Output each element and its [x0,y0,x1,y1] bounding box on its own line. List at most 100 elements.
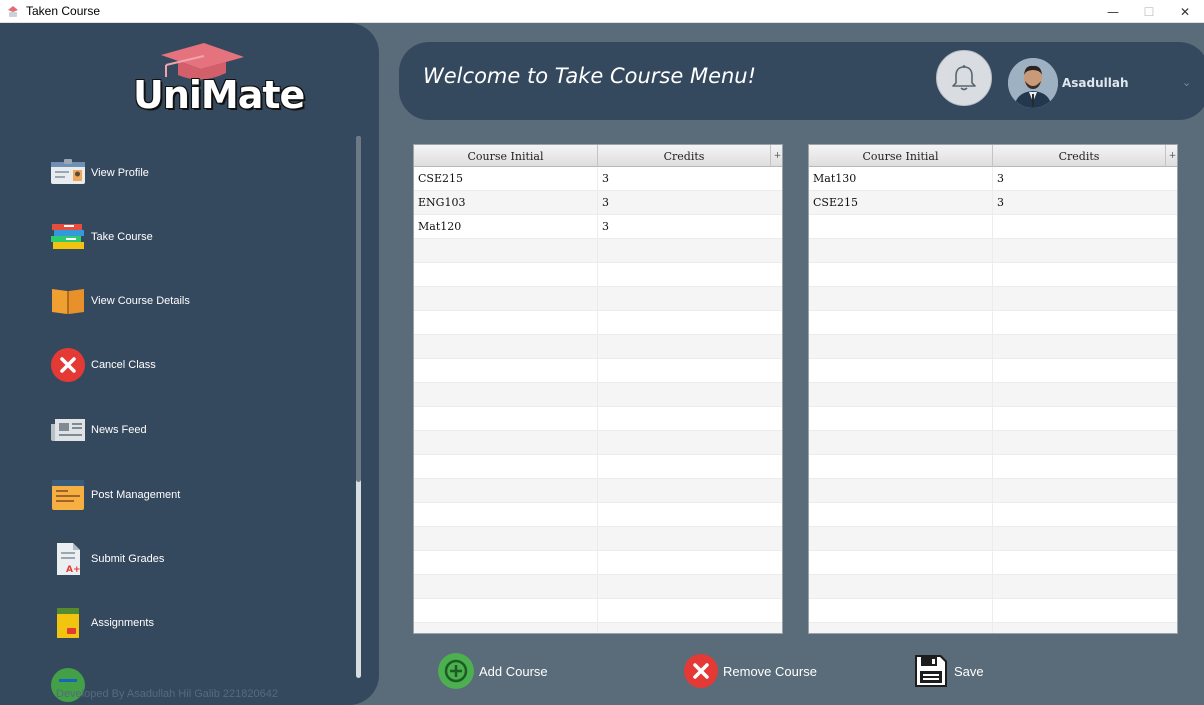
cell-course-initial[interactable] [809,263,993,287]
cell-credits[interactable] [993,383,1177,407]
table-row[interactable]: ENG103 3 [414,191,782,215]
cell-credits[interactable] [993,503,1177,527]
cell-credits[interactable] [598,263,782,287]
cell-credits[interactable] [993,527,1177,551]
table-row[interactable] [414,383,782,407]
notification-button[interactable] [936,50,992,106]
cell-course-initial[interactable] [414,599,598,623]
cell-course-initial[interactable] [414,479,598,503]
cell-course-initial[interactable] [414,239,598,263]
table-row[interactable] [809,551,1177,575]
cell-course-initial[interactable] [809,503,993,527]
cell-credits[interactable] [993,335,1177,359]
cell-course-initial[interactable] [414,623,598,633]
table-row[interactable] [414,575,782,599]
sidebar-scrollbar-thumb[interactable] [356,136,361,482]
cell-course-initial[interactable] [809,311,993,335]
minimize-button[interactable]: — [1095,0,1131,23]
table-row[interactable] [414,455,782,479]
cell-course-initial[interactable] [809,527,993,551]
sidebar-item-assignments[interactable]: Assignments [50,603,154,643]
table-row[interactable] [414,335,782,359]
table-row[interactable] [809,431,1177,455]
cell-credits[interactable] [598,239,782,263]
cell-credits[interactable] [598,359,782,383]
cell-credits[interactable] [598,527,782,551]
cell-course-initial[interactable] [809,407,993,431]
sidebar-item-post-management[interactable]: Post Management [50,475,180,515]
sidebar-item-news-feed[interactable]: News Feed [50,410,147,450]
cell-course-initial[interactable] [414,503,598,527]
add-course-button[interactable]: Add Course [437,652,548,690]
table-row[interactable] [414,311,782,335]
cell-course-initial[interactable] [414,311,598,335]
cell-credits[interactable] [993,623,1177,633]
cell-credits[interactable] [598,575,782,599]
cell-credits[interactable] [598,599,782,623]
table-row[interactable] [809,599,1177,623]
cell-credits[interactable] [993,359,1177,383]
cell-credits[interactable]: 3 [598,167,782,191]
cell-credits[interactable] [598,335,782,359]
cell-course-initial[interactable] [414,455,598,479]
cell-course-initial[interactable] [414,359,598,383]
cell-course-initial[interactable] [414,527,598,551]
cell-credits[interactable] [993,551,1177,575]
table-row[interactable] [809,335,1177,359]
close-button[interactable]: ✕ [1167,0,1203,23]
cell-course-initial[interactable]: Mat130 [809,167,993,191]
cell-course-initial[interactable] [414,575,598,599]
table-row[interactable] [809,455,1177,479]
cell-course-initial[interactable] [414,431,598,455]
sidebar-item-cancel-class[interactable]: Cancel Class [50,345,156,385]
cell-credits[interactable] [993,599,1177,623]
cell-course-initial[interactable] [414,551,598,575]
table-row[interactable]: Mat130 3 [809,167,1177,191]
cell-credits[interactable]: 3 [993,167,1177,191]
table-row[interactable] [809,479,1177,503]
table-row[interactable] [414,623,782,633]
table-row[interactable] [414,407,782,431]
cell-course-initial[interactable] [809,383,993,407]
cell-credits[interactable] [993,575,1177,599]
cell-course-initial[interactable] [809,599,993,623]
cell-course-initial[interactable] [414,383,598,407]
sidebar-item-submit-grades[interactable]: A+ Submit Grades [50,539,164,579]
cell-credits[interactable] [993,479,1177,503]
table-row[interactable] [414,551,782,575]
cell-course-initial[interactable] [414,287,598,311]
column-header-course-initial[interactable]: Course Initial [809,145,993,167]
cell-credits[interactable]: 3 [598,215,782,239]
table-row[interactable] [809,527,1177,551]
cell-credits[interactable] [598,383,782,407]
cell-credits[interactable] [993,239,1177,263]
table-row[interactable] [414,527,782,551]
cell-course-initial[interactable] [809,287,993,311]
maximize-button[interactable]: ☐ [1131,0,1167,23]
table-row[interactable] [414,503,782,527]
cell-credits[interactable] [993,215,1177,239]
cell-credits[interactable] [993,311,1177,335]
cell-course-initial[interactable] [809,479,993,503]
cell-credits[interactable]: 3 [598,191,782,215]
sidebar-item-view-course-details[interactable]: View Course Details [50,281,190,321]
sidebar-item-view-profile[interactable]: View Profile [50,153,149,193]
table-row[interactable] [809,503,1177,527]
chevron-down-icon[interactable]: ⌄ [1182,76,1191,89]
sidebar-item-take-course[interactable]: Take Course [50,217,153,257]
cell-credits[interactable] [598,431,782,455]
column-header-course-initial[interactable]: Course Initial [414,145,598,167]
cell-course-initial[interactable] [809,623,993,633]
cell-credits[interactable] [993,407,1177,431]
table-row[interactable] [414,287,782,311]
column-menu-icon[interactable]: + [1166,145,1177,167]
cell-course-initial[interactable] [809,575,993,599]
avatar[interactable] [1008,58,1058,108]
cell-credits[interactable] [598,311,782,335]
cell-course-initial[interactable] [809,551,993,575]
cell-course-initial[interactable] [809,431,993,455]
cell-course-initial[interactable] [809,455,993,479]
remove-course-button[interactable]: Remove Course [683,652,817,690]
table-row[interactable]: Mat120 3 [414,215,782,239]
table-row[interactable] [809,239,1177,263]
